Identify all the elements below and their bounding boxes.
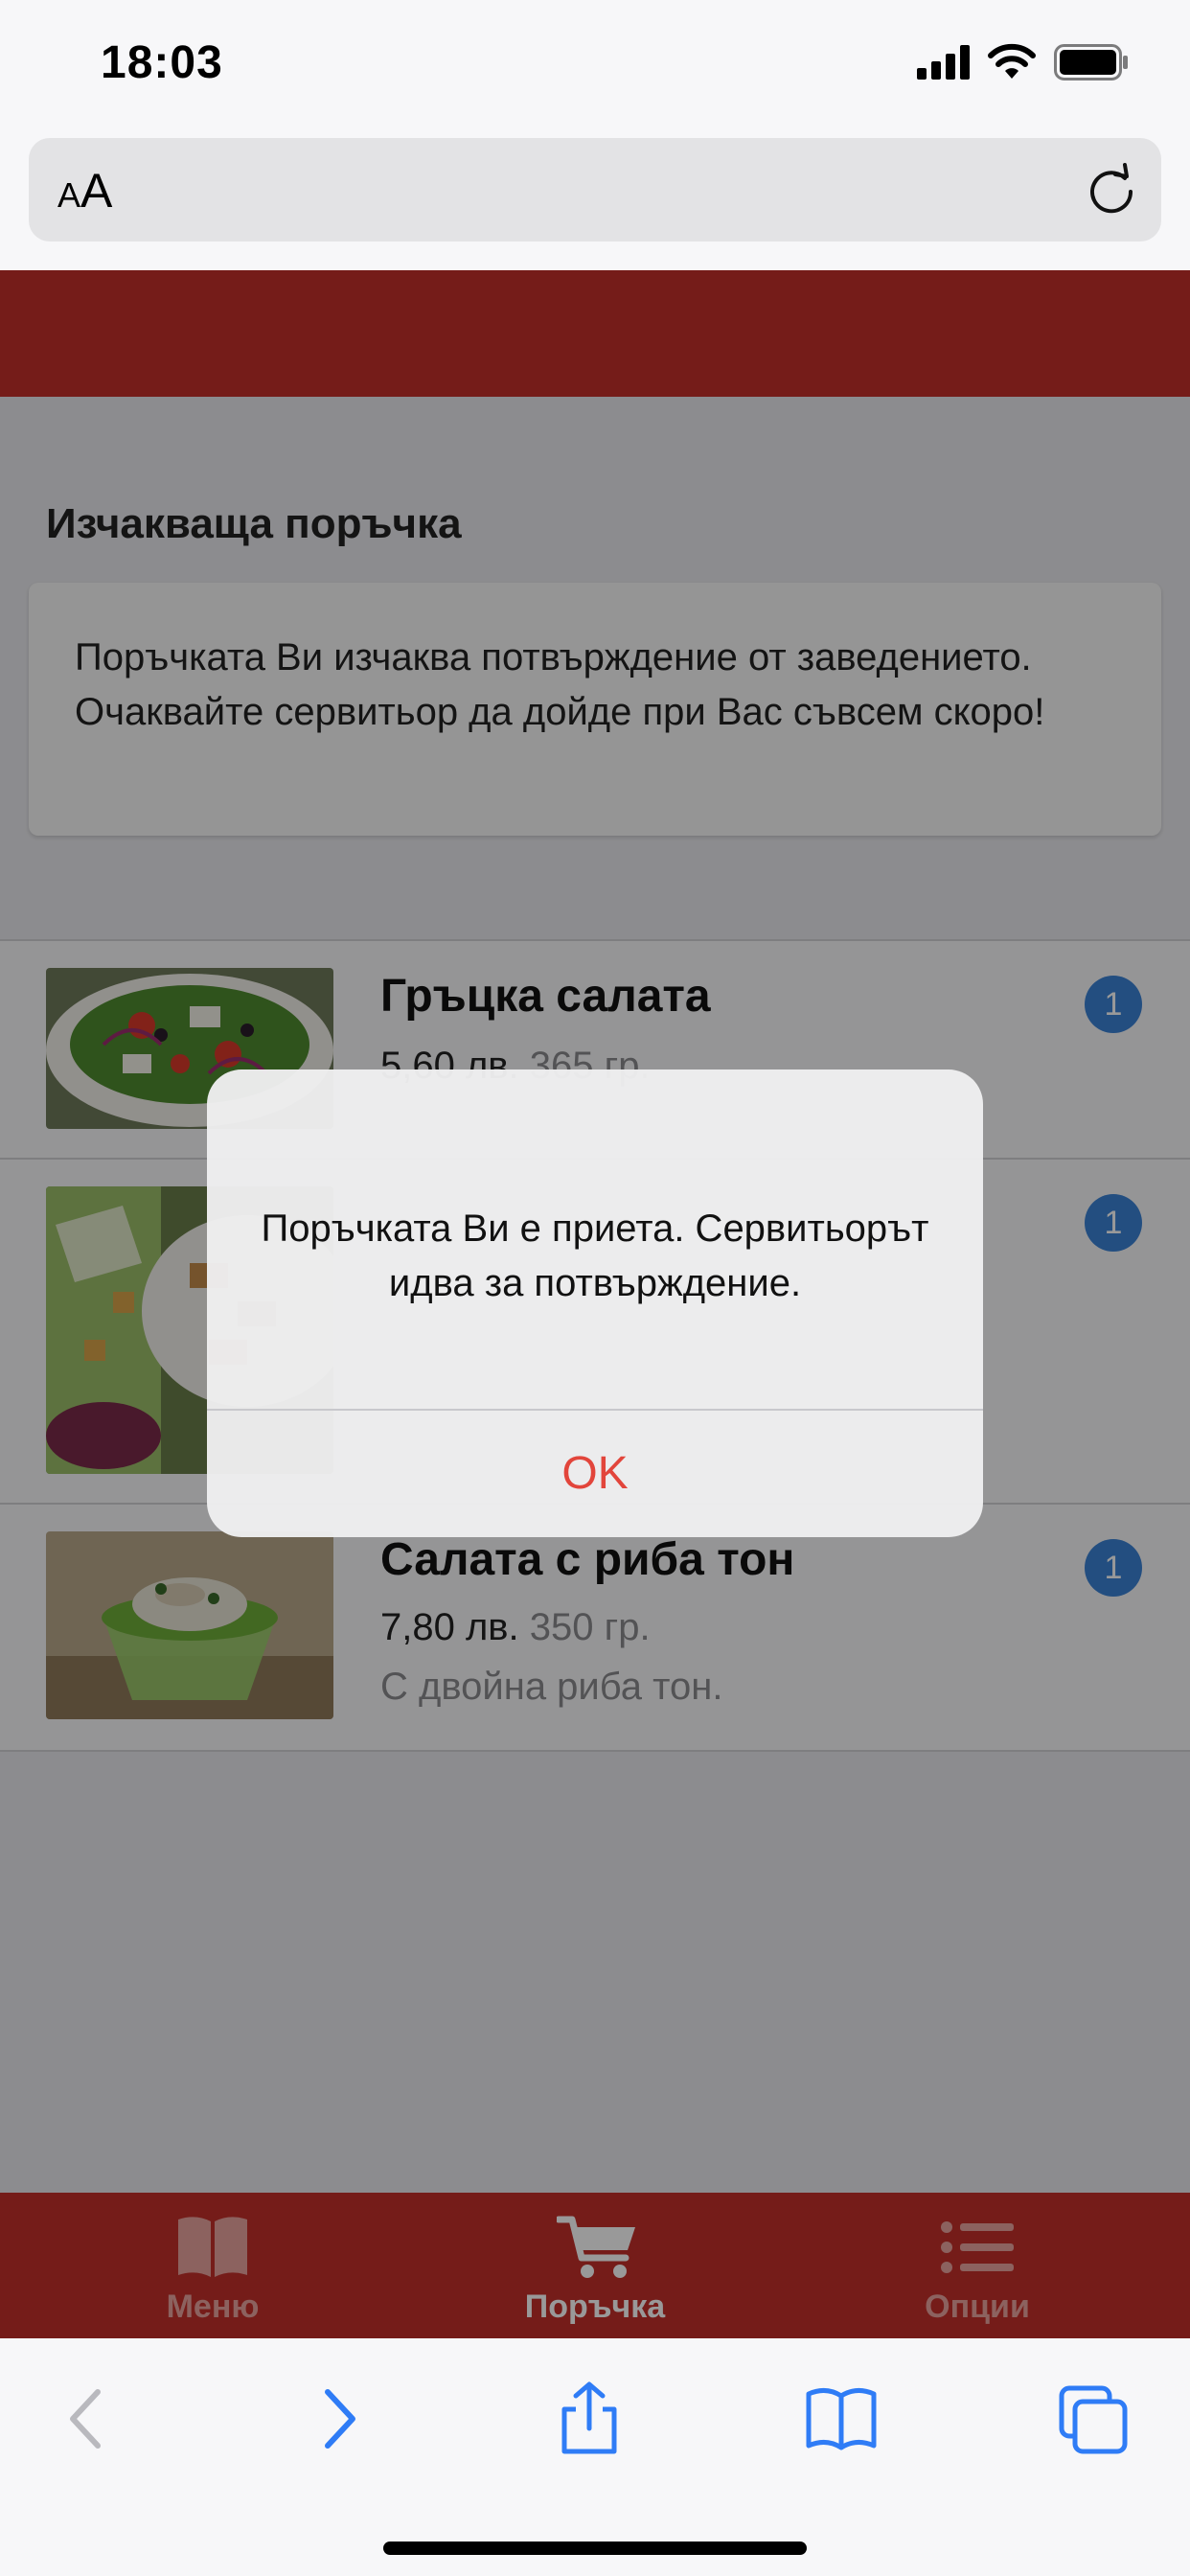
battery-icon [1054,44,1128,80]
text-size-button[interactable]: AA [57,163,112,218]
status-bar: 18:03 [0,0,1190,134]
back-icon[interactable] [50,2380,126,2457]
home-indicator [383,2542,807,2555]
status-time: 18:03 [101,37,223,88]
order-accepted-alert: Поръчката Ви е приета. Сервитьорът идва … [207,1070,983,1537]
bookmarks-icon[interactable] [803,2380,880,2457]
wifi-icon [988,43,1036,79]
tabs-icon[interactable] [1054,2380,1131,2457]
forward-icon[interactable] [299,2380,376,2457]
share-icon[interactable] [551,2380,628,2457]
alert-ok-button[interactable]: OK [207,1411,983,1537]
cellular-signal-icon [917,45,970,80]
browser-toolbar [0,2338,1190,2576]
alert-message: Поръчката Ви е приета. Сервитьорът идва … [261,1208,929,1304]
address-bar[interactable]: AA [29,138,1161,242]
reload-icon[interactable] [1083,161,1140,218]
